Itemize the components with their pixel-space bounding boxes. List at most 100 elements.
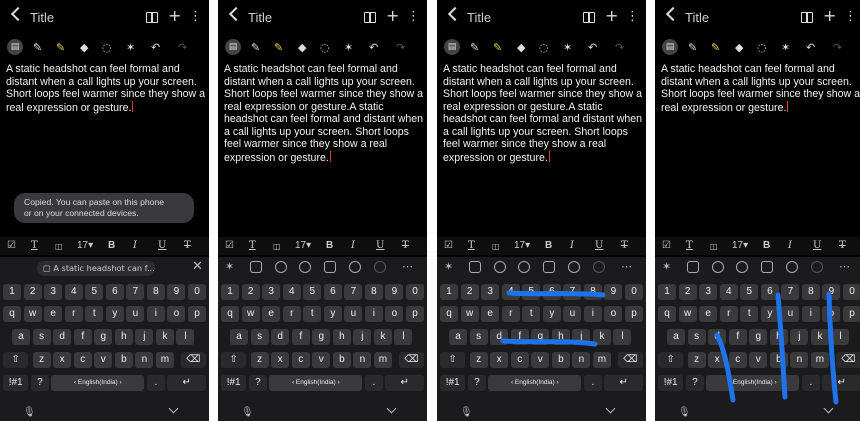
key-z[interactable]: z xyxy=(250,352,269,368)
redo-icon[interactable]: ↷ xyxy=(615,41,624,54)
redo-icon[interactable]: ↷ xyxy=(178,41,187,54)
mic-icon[interactable]: 🎙 xyxy=(241,407,254,418)
space-key[interactable]: ‹ English(India) › xyxy=(706,375,800,391)
enter-key[interactable]: ↵ xyxy=(604,375,643,391)
more-options-icon[interactable]: ⋯ xyxy=(839,260,850,273)
highlighter-icon[interactable]: ✎ xyxy=(56,41,65,54)
more-icon[interactable]: ⋮ xyxy=(407,9,420,24)
hide-keyboard-icon[interactable] xyxy=(823,403,834,414)
font-size-select[interactable]: 17▾ xyxy=(77,240,93,251)
highlighter-icon[interactable]: ✎ xyxy=(274,41,283,54)
key-c[interactable]: c xyxy=(510,352,529,368)
eraser-icon[interactable]: ◆ xyxy=(517,41,525,54)
question-key[interactable]: ? xyxy=(30,375,49,391)
lasso-icon[interactable]: ◌ xyxy=(320,41,330,54)
font-size-select[interactable]: 17▾ xyxy=(732,240,748,251)
symbols-key[interactable]: !#1 xyxy=(221,375,247,391)
key-m[interactable]: m xyxy=(592,352,611,368)
key-h[interactable]: h xyxy=(551,329,570,345)
key-j[interactable]: j xyxy=(135,329,154,345)
clipboard-chip[interactable]: ▢ A static headshot can f... xyxy=(37,261,155,276)
undo-icon[interactable]: ↶ xyxy=(369,41,378,54)
mic-icon[interactable]: 🎙 xyxy=(460,407,473,418)
note-body[interactable]: A static headshot can feel formal and di… xyxy=(6,63,206,114)
strikethrough-button[interactable]: T xyxy=(621,240,628,251)
key-a[interactable]: a xyxy=(12,329,31,345)
key-a[interactable]: a xyxy=(667,329,686,345)
clipboard-icon[interactable] xyxy=(543,261,555,273)
undo-icon[interactable]: ↶ xyxy=(588,41,597,54)
key-3[interactable]: 3 xyxy=(699,284,718,300)
close-icon[interactable]: ✕ xyxy=(192,259,203,274)
enter-key[interactable]: ↵ xyxy=(822,375,860,391)
key-t[interactable]: t xyxy=(740,306,759,322)
settings-icon[interactable] xyxy=(593,261,605,273)
more-icon[interactable]: ⋮ xyxy=(626,9,639,24)
key-n[interactable]: n xyxy=(135,352,154,368)
key-h[interactable]: h xyxy=(114,329,133,345)
pin-icon[interactable]: ✶ xyxy=(662,260,671,273)
sticker-icon[interactable] xyxy=(469,261,481,273)
key-n[interactable]: n xyxy=(572,352,591,368)
lasso-icon[interactable]: ◌ xyxy=(757,41,767,54)
undo-icon[interactable]: ↶ xyxy=(806,41,815,54)
key-4[interactable]: 4 xyxy=(64,284,83,300)
more-options-icon[interactable]: ⋯ xyxy=(621,260,632,273)
sticker-icon[interactable] xyxy=(250,261,262,273)
key-k[interactable]: k xyxy=(592,329,611,345)
strikethrough-button[interactable]: T xyxy=(184,240,191,251)
key-e[interactable]: e xyxy=(44,306,63,322)
key-f[interactable]: f xyxy=(291,329,310,345)
key-c[interactable]: c xyxy=(291,352,310,368)
key-x[interactable]: x xyxy=(53,352,72,368)
key-j[interactable]: j xyxy=(790,329,809,345)
key-r[interactable]: r xyxy=(719,306,738,322)
italic-button[interactable]: I xyxy=(351,240,355,251)
move-icon[interactable] xyxy=(786,261,798,273)
key-3[interactable]: 3 xyxy=(44,284,63,300)
page-title[interactable]: Title xyxy=(467,10,491,25)
key-0[interactable]: 0 xyxy=(406,284,425,300)
key-o[interactable]: o xyxy=(167,306,186,322)
eraser-icon[interactable]: ◆ xyxy=(735,41,743,54)
strikethrough-button[interactable]: T xyxy=(839,240,846,251)
key-u[interactable]: u xyxy=(126,306,145,322)
plus-icon[interactable]: + xyxy=(605,6,618,25)
shift-key[interactable]: ⇧ xyxy=(440,352,466,368)
key-s[interactable]: s xyxy=(687,329,706,345)
pen-icon[interactable]: ✎ xyxy=(33,41,42,54)
key-t[interactable]: t xyxy=(522,306,541,322)
key-a[interactable]: a xyxy=(449,329,468,345)
key-8[interactable]: 8 xyxy=(583,284,602,300)
plus-icon[interactable]: + xyxy=(386,6,399,25)
underline-button[interactable]: U xyxy=(595,240,603,251)
checkbox-icon[interactable]: ☑ xyxy=(7,240,16,251)
emoji-icon[interactable] xyxy=(712,261,724,273)
key-d[interactable]: d xyxy=(53,329,72,345)
text-mode-icon[interactable]: ▤ xyxy=(662,39,678,55)
key-v[interactable]: v xyxy=(531,352,550,368)
text-style-icon[interactable]: T xyxy=(249,240,256,251)
font-size-select[interactable]: 17▾ xyxy=(514,240,530,251)
key-6[interactable]: 6 xyxy=(105,284,124,300)
key-7[interactable]: 7 xyxy=(781,284,800,300)
shift-key[interactable]: ⇧ xyxy=(658,352,684,368)
key-k[interactable]: k xyxy=(373,329,392,345)
key-m[interactable]: m xyxy=(373,352,392,368)
key-b[interactable]: b xyxy=(769,352,788,368)
key-a[interactable]: a xyxy=(230,329,249,345)
page-title[interactable]: Title xyxy=(30,10,54,25)
hide-keyboard-icon[interactable] xyxy=(605,403,616,414)
enter-key[interactable]: ↵ xyxy=(385,375,424,391)
key-l[interactable]: l xyxy=(176,329,195,345)
key-6[interactable]: 6 xyxy=(760,284,779,300)
more-options-icon[interactable]: ⋯ xyxy=(402,260,413,273)
undo-icon[interactable]: ↶ xyxy=(151,41,160,54)
key-p[interactable]: p xyxy=(188,306,207,322)
italic-button[interactable]: I xyxy=(788,240,792,251)
text-style-icon[interactable]: T xyxy=(686,240,693,251)
key-h[interactable]: h xyxy=(332,329,351,345)
backspace-key[interactable]: ⌫ xyxy=(617,352,643,368)
highlighter-icon[interactable]: ✎ xyxy=(493,41,502,54)
pin-icon[interactable]: ✶ xyxy=(444,260,453,273)
